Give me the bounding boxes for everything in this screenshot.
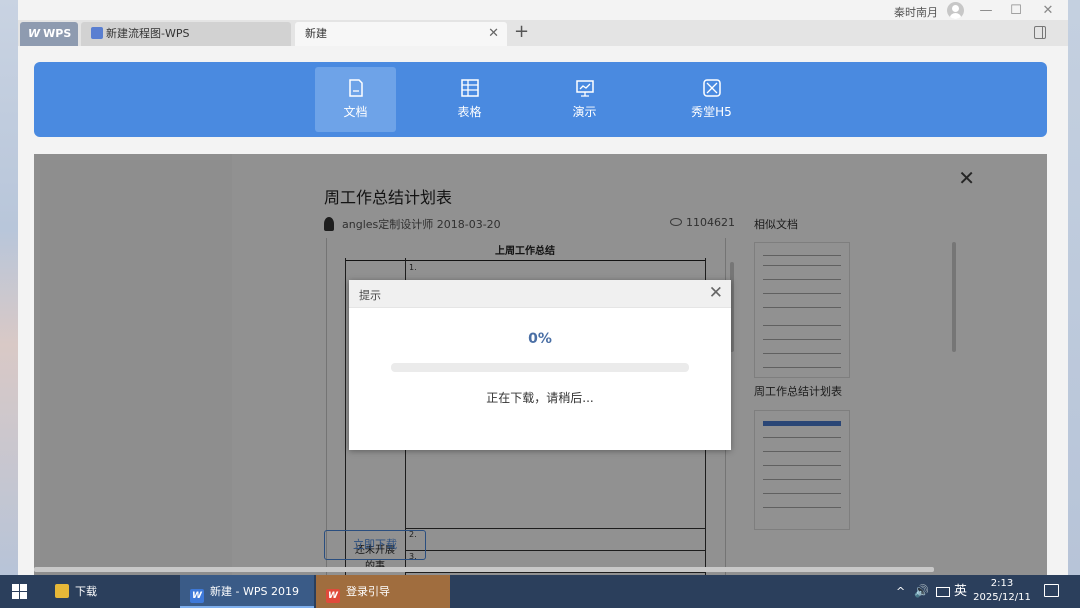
taskbar-item-login-guide[interactable]: W 登录引导 [316, 575, 450, 608]
close-window-button[interactable]: ✕ [1038, 2, 1058, 20]
ime-indicator[interactable]: 英 [954, 575, 967, 608]
wps-icon: W [190, 589, 204, 603]
table-icon [460, 79, 479, 97]
h5-icon [702, 79, 721, 97]
horizontal-scrollbar[interactable] [34, 567, 934, 572]
dialog-close-button[interactable]: ✕ [709, 283, 723, 303]
presentation-icon [575, 80, 594, 97]
wps-red-icon: W [326, 589, 340, 603]
username[interactable]: 秦时南月 [894, 4, 938, 20]
clock-time: 2:13 [990, 578, 1014, 589]
folder-icon [55, 584, 69, 598]
category-presentation[interactable]: 演示 [544, 67, 625, 132]
user-avatar-icon[interactable] [947, 2, 964, 19]
taskbar-item-downloads[interactable]: 下载 [45, 575, 175, 608]
tab-new[interactable]: 新建 ✕ [295, 22, 507, 46]
category-h5[interactable]: 秀堂H5 [671, 67, 752, 132]
sidebar-toggle-icon[interactable] [1034, 26, 1046, 39]
dialog-header: 提示 ✕ [349, 280, 731, 308]
network-icon[interactable] [936, 587, 950, 597]
taskbar-label: 下载 [75, 585, 97, 598]
document-icon [348, 79, 363, 97]
category-document[interactable]: 文档 [315, 67, 396, 132]
tab-wps-home[interactable]: W WPS [20, 22, 78, 46]
start-menu-icon[interactable] [12, 584, 27, 599]
add-tab-button[interactable]: + [514, 21, 529, 42]
desktop-background [0, 0, 20, 575]
tab-label: WPS [43, 27, 72, 40]
tray-expand-icon[interactable]: ^ [896, 575, 905, 608]
clock-date: 2025/12/11 [973, 592, 1031, 603]
tab-label: 新建 [305, 27, 327, 40]
minimize-button[interactable]: — [976, 2, 996, 20]
category-spreadsheet[interactable]: 表格 [429, 67, 510, 132]
tab-label: 新建流程图-WPS [106, 27, 190, 40]
download-dialog: 提示 ✕ 0% 正在下载，请稍后... [349, 280, 731, 450]
tab-close-icon[interactable]: ✕ [488, 22, 499, 46]
taskbar-label: 新建 - WPS 2019 [210, 585, 299, 598]
category-label: 演示 [572, 105, 597, 119]
category-bar: 文档 表格 演示 秀堂H5 [34, 62, 1047, 137]
progress-bar [391, 363, 689, 372]
taskbar-item-wps[interactable]: W 新建 - WPS 2019 [180, 575, 314, 608]
download-status: 正在下载，请稍后... [486, 391, 594, 405]
notification-icon[interactable] [1044, 584, 1059, 597]
volume-icon[interactable]: 🔊 [914, 575, 929, 608]
desktop-background-right [1068, 0, 1080, 575]
flowchart-icon [91, 27, 103, 39]
taskbar: 下载 W 新建 - WPS 2019 W 登录引导 ^ 🔊 英 2:13 2025/… [0, 575, 1080, 608]
dialog-title: 提示 [359, 289, 381, 302]
maximize-button[interactable]: ☐ [1006, 2, 1026, 20]
wps-logo-icon: W [28, 27, 41, 40]
progress-percentage: 0% [528, 331, 552, 347]
system-clock[interactable]: 2:13 2025/12/11 [972, 577, 1032, 605]
tab-bar: W WPS 新建流程图-WPS 新建 ✕ + [18, 20, 1068, 46]
category-label: 表格 [457, 105, 482, 119]
title-bar: 秦时南月 — ☐ ✕ [18, 0, 1068, 22]
category-label: 秀堂H5 [691, 105, 732, 119]
taskbar-label: 登录引导 [346, 585, 390, 598]
category-label: 文档 [343, 105, 368, 119]
tab-flowchart[interactable]: 新建流程图-WPS [81, 22, 291, 46]
